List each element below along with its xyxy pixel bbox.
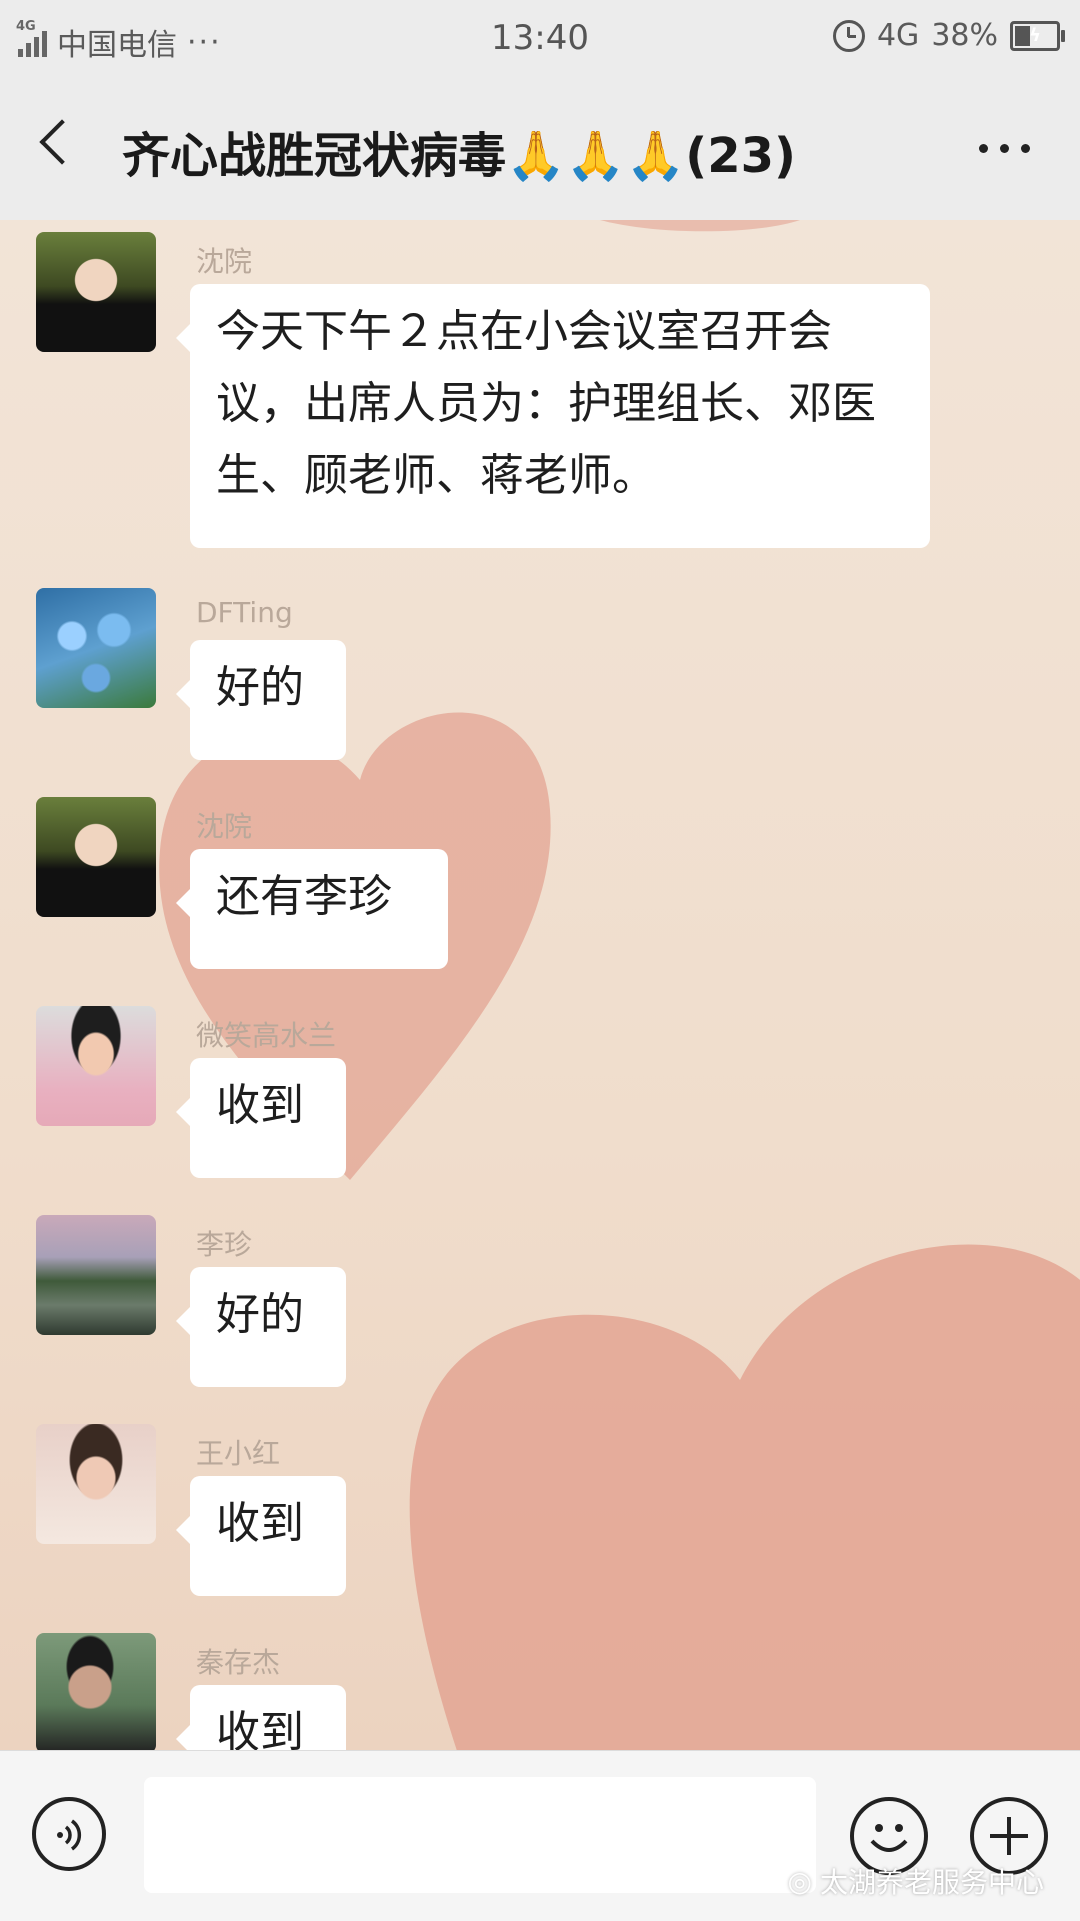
- sender-name: 李珍: [196, 1228, 253, 1261]
- heart-decoration-large: [380, 1020, 1080, 1750]
- battery-label: 38%: [931, 18, 998, 53]
- avatar[interactable]: [36, 1006, 156, 1126]
- input-bar: ◎ 太湖养老服务中心: [0, 1750, 1080, 1921]
- battery-fill: [1015, 25, 1030, 46]
- network-label: 4G: [876, 18, 920, 53]
- message-bubble[interactable]: 还有李珍: [176, 849, 448, 969]
- sender-name: 秦存杰: [196, 1646, 281, 1679]
- back-icon[interactable]: [39, 119, 85, 165]
- avatar[interactable]: [36, 232, 156, 352]
- wechat-icon: ◎: [787, 1864, 812, 1898]
- status-bar: 4G 中国电信 ··· 13:40 4G 38% ϟ: [0, 0, 1080, 78]
- alarm-icon: [832, 19, 865, 52]
- more-icon[interactable]: [979, 144, 1030, 153]
- sender-name: DFTing: [196, 596, 293, 629]
- sender-name: 沈院: [196, 810, 253, 843]
- avatar[interactable]: [36, 1424, 156, 1544]
- chat-title: 齐心战胜冠状病毒🙏🙏🙏(23): [122, 128, 796, 184]
- heart-decoration-top: [600, 220, 800, 240]
- watermark-label: 太湖养老服务中心: [819, 1866, 1044, 1899]
- message-bubble[interactable]: 好的: [176, 1267, 346, 1387]
- sender-name: 沈院: [196, 245, 253, 278]
- avatar[interactable]: [36, 1633, 156, 1750]
- avatar[interactable]: [36, 588, 156, 708]
- watermark: ◎ 太湖养老服务中心: [788, 1861, 1044, 1901]
- battery-icon: ϟ: [1010, 20, 1065, 51]
- message-bubble[interactable]: 今天下午２点在小会议室召开会议，出席人员为：护理组长、邓医生、顾老师、蒋老师。: [176, 284, 930, 548]
- sender-name: 微笑高水兰: [196, 1019, 337, 1052]
- avatar[interactable]: [36, 797, 156, 917]
- status-right: 4G 38% ϟ: [832, 18, 1065, 53]
- sender-name: 王小红: [196, 1437, 281, 1470]
- chat-header: 齐心战胜冠状病毒🙏🙏🙏(23): [0, 78, 1080, 222]
- message-bubble[interactable]: 收到: [176, 1058, 346, 1178]
- message-input[interactable]: [144, 1777, 816, 1893]
- chat-area[interactable]: 沈院 今天下午２点在小会议室召开会议，出席人员为：护理组长、邓医生、顾老师、蒋老…: [0, 220, 1080, 1750]
- message-bubble[interactable]: 收到: [176, 1476, 346, 1596]
- voice-icon[interactable]: [32, 1797, 106, 1871]
- message-bubble[interactable]: 好的: [176, 640, 346, 760]
- charging-icon: ϟ: [1029, 25, 1041, 46]
- avatar[interactable]: [36, 1215, 156, 1335]
- message-bubble[interactable]: 收到: [176, 1685, 346, 1750]
